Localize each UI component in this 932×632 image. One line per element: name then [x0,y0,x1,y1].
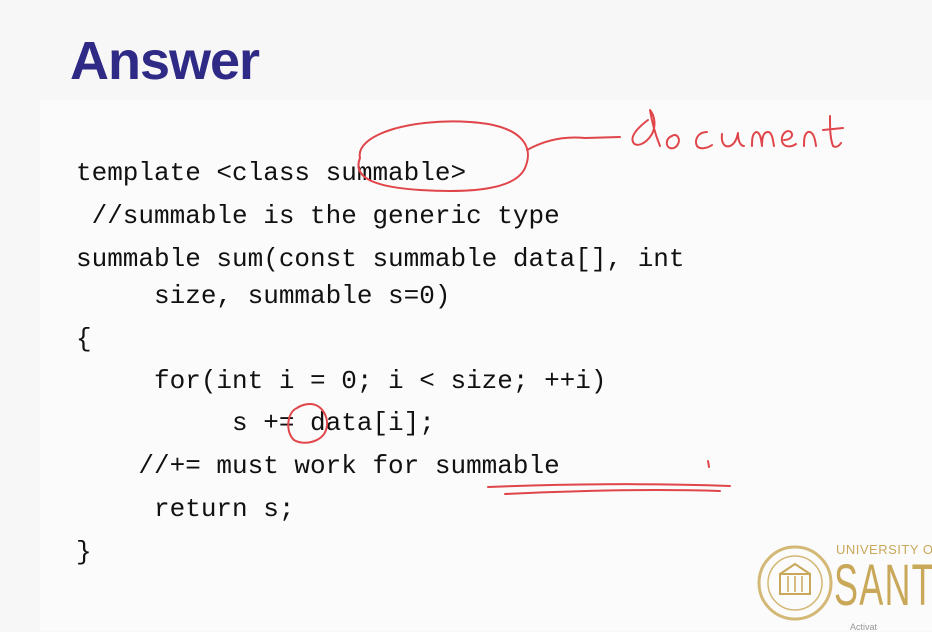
code-line: size, summable s=0) [76,281,451,311]
code-line: s += data[i]; [76,408,435,438]
code-line: summable sum(const summable data[], int [76,244,685,274]
university-logo: UNIVERSITY O SANTA Activat [754,538,932,632]
code-line: return s; [76,494,295,524]
code-line: //+= must work for summable [76,451,560,481]
code-line: for(int i = 0; i < size; ++i) [76,366,607,396]
slide-title: Answer [70,31,260,91]
code-line: template <class summable> [76,158,467,188]
code-line: //summable is the generic type [76,201,560,231]
code-line: } [76,537,92,567]
seal-icon [757,545,833,621]
logo-santa-text: SANTA [834,553,932,618]
code-line: { [76,324,92,354]
